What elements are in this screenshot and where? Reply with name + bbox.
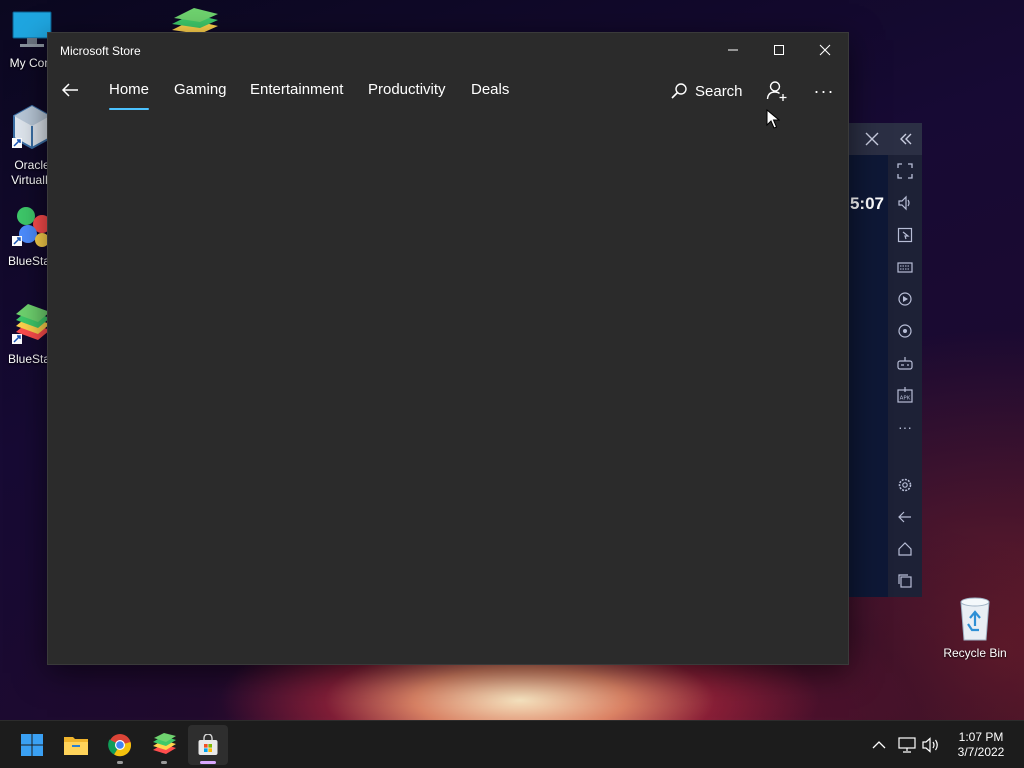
store-content-area: [48, 113, 848, 664]
more-icon[interactable]: ···: [895, 417, 915, 437]
microsoft-store-window: Microsoft Store Home Gaming Entertainmen…: [47, 32, 849, 665]
recent-apps-icon[interactable]: [895, 571, 915, 591]
sync-icon[interactable]: [895, 321, 915, 341]
tab-gaming[interactable]: Gaming: [174, 81, 227, 98]
bluestacks-toolbar: APK ···: [888, 155, 922, 597]
running-indicator: [161, 761, 167, 764]
search-label: Search: [695, 82, 743, 100]
taskbar: 1:07 PM 3/7/2022: [0, 720, 1024, 768]
recycle-bin-icon: [960, 597, 990, 641]
show-hidden-icons-button[interactable]: [869, 735, 889, 755]
home-icon[interactable]: [895, 539, 915, 559]
mouse-cursor-icon: [766, 109, 780, 129]
start-button[interactable]: [12, 725, 52, 765]
taskbar-bluestacks[interactable]: [144, 725, 184, 765]
pointer-icon[interactable]: [895, 225, 915, 245]
volume-icon[interactable]: [895, 193, 915, 213]
svg-text:APK: APK: [900, 396, 911, 402]
account-button[interactable]: [763, 77, 791, 105]
bluestacks-icon: [172, 8, 218, 34]
tab-deals[interactable]: Deals: [471, 81, 509, 98]
collapse-icon[interactable]: [896, 129, 916, 149]
taskbar-chrome[interactable]: [100, 725, 140, 765]
active-indicator: [200, 761, 216, 764]
tab-entertainment[interactable]: Entertainment: [250, 81, 343, 98]
bluestacks-clock: 5:07: [849, 194, 884, 213]
bluestacks-screen[interactable]: 5:07: [848, 155, 888, 597]
title-bar[interactable]: Microsoft Store: [48, 33, 848, 69]
window-title: Microsoft Store: [60, 44, 141, 58]
bluestacks-icon: [153, 733, 176, 754]
back-arrow-icon: [61, 83, 78, 97]
store-bag-icon: [198, 734, 218, 755]
desktop-icon-recycle-bin[interactable]: Recycle Bin: [940, 596, 1010, 660]
add-account-icon: [766, 81, 787, 101]
tab-home[interactable]: Home: [109, 81, 149, 98]
taskbar-clock[interactable]: 1:07 PM 3/7/2022: [946, 730, 1016, 760]
keyboard-icon[interactable]: [895, 257, 915, 277]
more-options-button[interactable]: ···: [810, 77, 838, 105]
taskbar-file-explorer[interactable]: [56, 725, 96, 765]
volume-button[interactable]: [921, 735, 941, 755]
rotate-icon[interactable]: [895, 289, 915, 309]
chevron-up-icon: [872, 741, 886, 749]
gamepad-icon[interactable]: [895, 353, 915, 373]
tab-productivity[interactable]: Productivity: [368, 81, 446, 98]
speaker-icon: [922, 737, 938, 753]
apk-icon[interactable]: APK: [895, 385, 915, 405]
folder-icon: [64, 737, 88, 755]
selected-tab-indicator: [109, 108, 149, 110]
chrome-icon: [108, 734, 132, 757]
bluestacks-header: [848, 123, 922, 155]
bluestacks-window: 5:07 APK ···: [848, 123, 922, 597]
maximize-icon: [774, 45, 784, 55]
back-icon[interactable]: [895, 507, 915, 527]
fullscreen-icon[interactable]: [895, 161, 915, 181]
search-icon: [671, 83, 687, 99]
close-icon[interactable]: [862, 129, 882, 149]
maximize-button[interactable]: [756, 33, 802, 67]
back-button[interactable]: [56, 76, 84, 104]
running-indicator: [117, 761, 123, 764]
desktop: { "desktop": { "icons": [ {"label": "My …: [0, 0, 1024, 768]
clock-time: 1:07 PM: [958, 730, 1004, 744]
minimize-button[interactable]: [710, 33, 756, 67]
close-icon: [819, 44, 831, 56]
network-button[interactable]: [897, 735, 917, 755]
close-button[interactable]: [802, 33, 848, 67]
search-button[interactable]: Search: [670, 79, 743, 103]
clock-date: 3/7/2022: [957, 745, 1005, 759]
settings-icon[interactable]: [895, 475, 915, 495]
taskbar-microsoft-store[interactable]: [188, 725, 228, 765]
windows-logo-icon: [21, 734, 43, 756]
store-nav-bar: Home Gaming Entertainment Productivity D…: [48, 71, 848, 113]
network-icon: [898, 737, 916, 753]
minimize-icon: [728, 49, 738, 51]
